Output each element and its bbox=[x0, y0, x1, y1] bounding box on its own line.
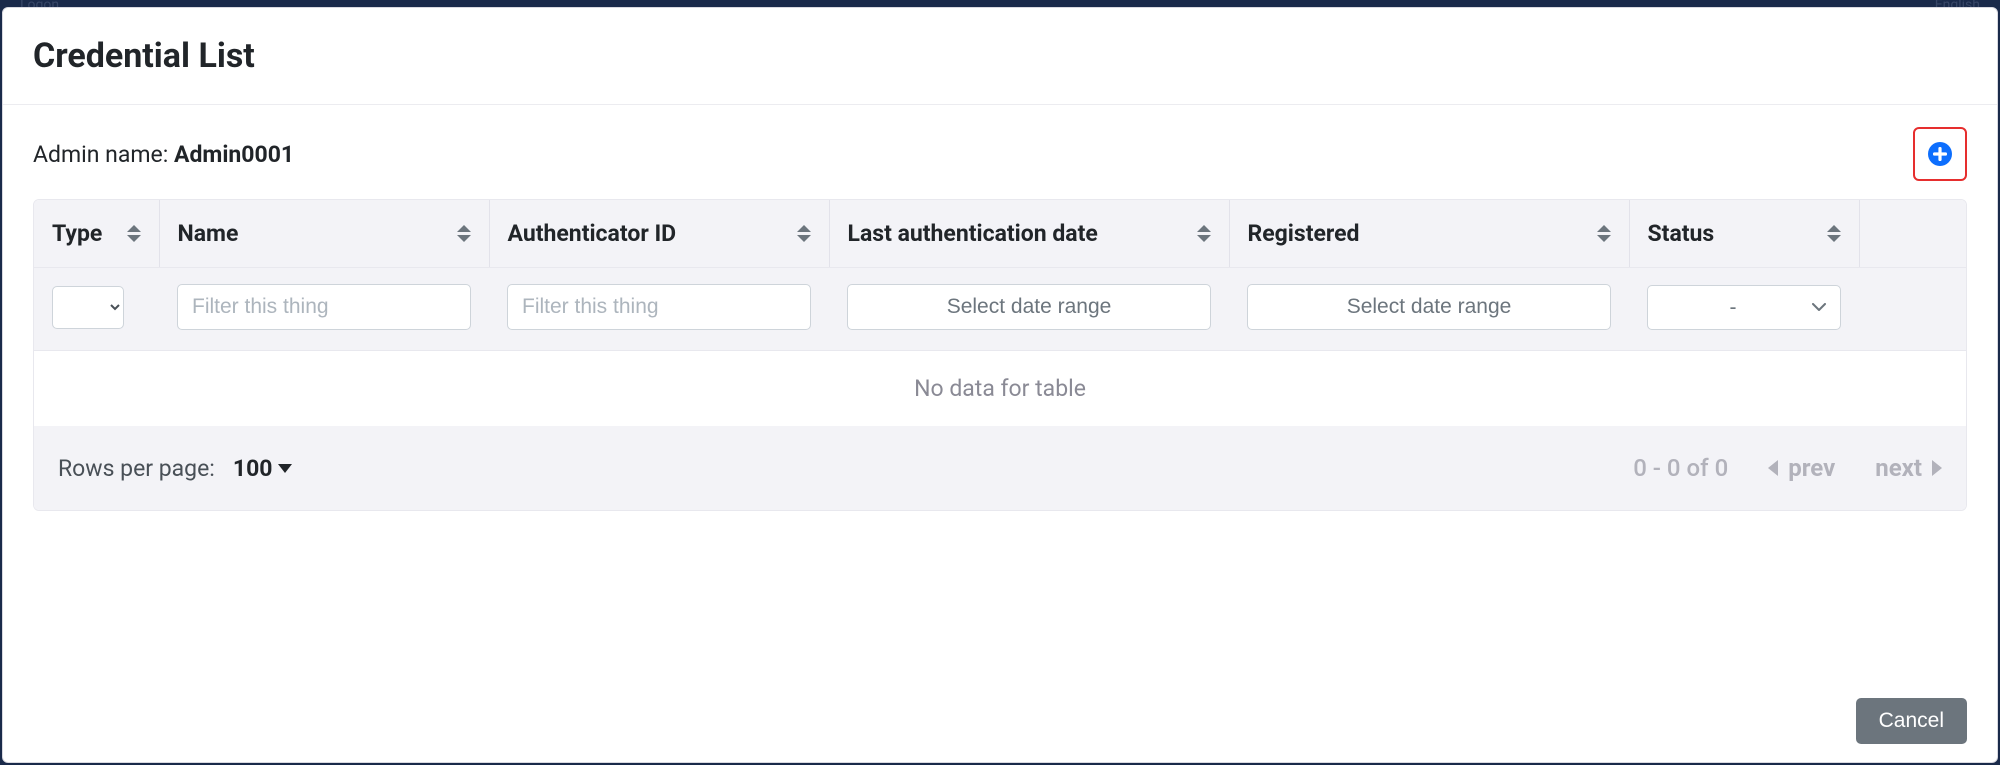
credential-table: Type Name Authenticator ID bbox=[34, 200, 1966, 426]
rows-per-page-select[interactable]: 100 bbox=[233, 455, 293, 482]
caret-left-icon bbox=[1768, 460, 1778, 476]
pagination-next-button[interactable]: next bbox=[1875, 454, 1942, 482]
rows-per-page-value: 100 bbox=[233, 455, 273, 482]
pagination-prev-label: prev bbox=[1788, 454, 1835, 482]
admin-name-prefix: Admin name: bbox=[33, 141, 174, 168]
modal-footer: Cancel bbox=[1856, 698, 1967, 744]
admin-row: Admin name: Admin0001 bbox=[3, 105, 1997, 191]
sort-icon bbox=[1827, 225, 1841, 242]
col-header-last-auth-date[interactable]: Last authentication date bbox=[829, 200, 1229, 268]
filter-last-auth-date-range[interactable]: Select date range bbox=[847, 284, 1211, 330]
table-header-row: Type Name Authenticator ID bbox=[34, 200, 1966, 268]
col-header-last-auth-date-label: Last authentication date bbox=[848, 220, 1098, 247]
caret-down-icon bbox=[278, 464, 292, 473]
sort-icon bbox=[797, 225, 811, 242]
sort-icon bbox=[1197, 225, 1211, 242]
filter-status-select[interactable]: - bbox=[1647, 285, 1841, 330]
col-header-authenticator-id[interactable]: Authenticator ID bbox=[489, 200, 829, 268]
admin-name-label: Admin name: Admin0001 bbox=[33, 141, 294, 168]
sort-icon bbox=[457, 225, 471, 242]
pagination-next-label: next bbox=[1875, 454, 1922, 482]
col-header-name[interactable]: Name bbox=[159, 200, 489, 268]
filter-registered-date-range[interactable]: Select date range bbox=[1247, 284, 1611, 330]
credential-list-modal: Credential List Admin name: Admin0001 bbox=[2, 7, 1998, 763]
col-header-actions bbox=[1859, 200, 1966, 268]
credential-table-wrap: Type Name Authenticator ID bbox=[33, 199, 1967, 511]
modal-title: Credential List bbox=[33, 36, 1967, 76]
sort-icon bbox=[1597, 225, 1611, 242]
add-credential-button[interactable] bbox=[1913, 127, 1967, 181]
caret-right-icon bbox=[1932, 460, 1942, 476]
rows-per-page-label: Rows per page: bbox=[58, 455, 215, 482]
col-header-type[interactable]: Type bbox=[34, 200, 159, 268]
pagination-controls: 0 - 0 of 0 prev next bbox=[1633, 454, 1942, 482]
col-header-status-label: Status bbox=[1648, 220, 1715, 247]
col-header-registered-label: Registered bbox=[1248, 220, 1360, 247]
rows-per-page: Rows per page: 100 bbox=[58, 455, 292, 482]
table-footer: Rows per page: 100 0 - 0 of 0 prev next bbox=[34, 426, 1966, 510]
pagination-range: 0 - 0 of 0 bbox=[1633, 454, 1728, 482]
pagination-prev-button[interactable]: prev bbox=[1768, 454, 1835, 482]
col-header-type-label: Type bbox=[52, 220, 102, 247]
cancel-button[interactable]: Cancel bbox=[1856, 698, 1967, 744]
col-header-authenticator-id-label: Authenticator ID bbox=[508, 220, 677, 247]
filter-authenticator-id-input[interactable] bbox=[507, 284, 811, 330]
filter-type-select[interactable] bbox=[52, 286, 124, 329]
plus-circle-icon bbox=[1926, 140, 1954, 168]
table-empty-row: No data for table bbox=[34, 351, 1966, 427]
table-filter-row: Select date range Select date range - bbox=[34, 268, 1966, 351]
modal-header: Credential List bbox=[3, 8, 1997, 105]
col-header-registered[interactable]: Registered bbox=[1229, 200, 1629, 268]
admin-name-value: Admin0001 bbox=[174, 141, 294, 168]
col-header-status[interactable]: Status bbox=[1629, 200, 1859, 268]
filter-name-input[interactable] bbox=[177, 284, 471, 330]
background-topbar: Logon English bbox=[0, 0, 2000, 7]
sort-icon bbox=[127, 225, 141, 242]
col-header-name-label: Name bbox=[178, 220, 239, 247]
table-empty-message: No data for table bbox=[34, 351, 1966, 427]
